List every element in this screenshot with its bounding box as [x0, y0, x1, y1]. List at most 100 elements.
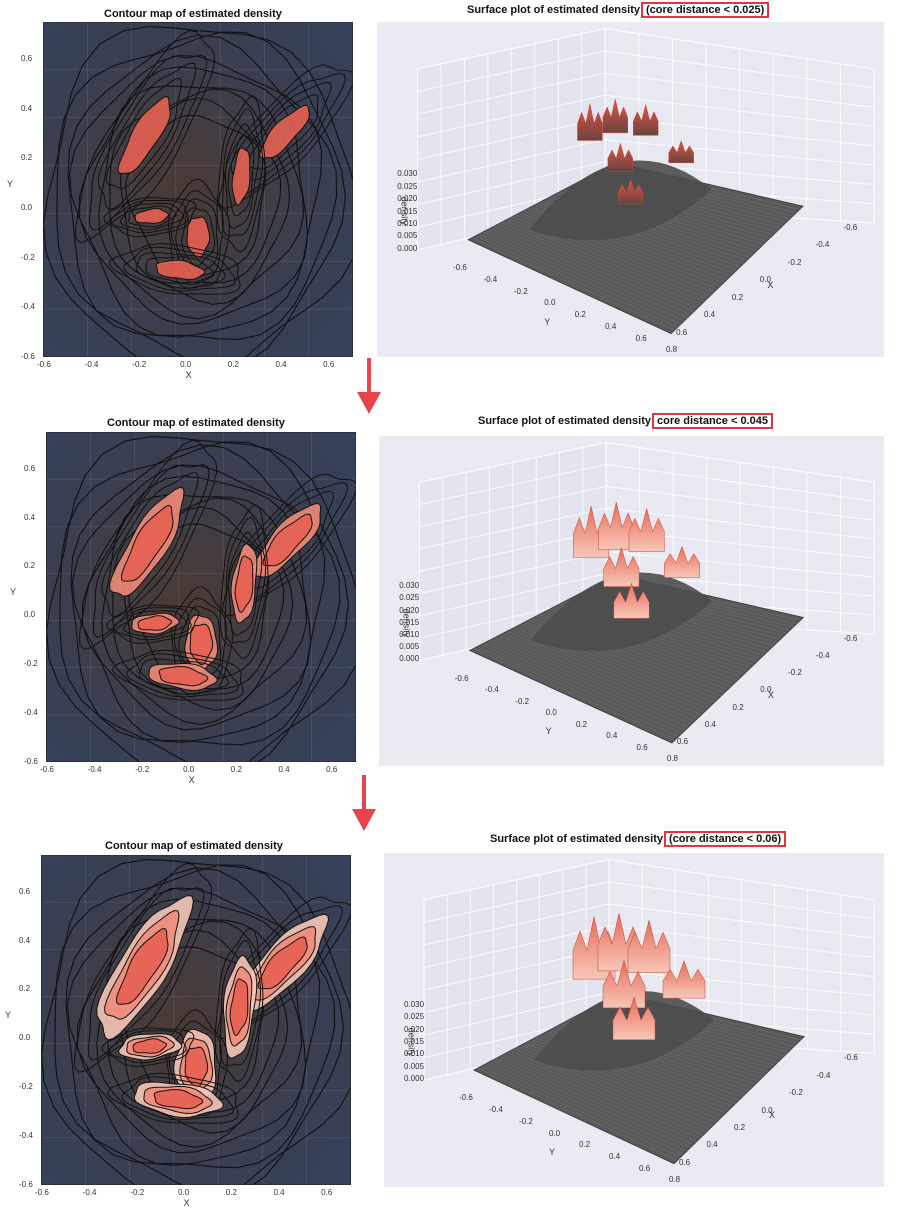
x-tick-label: -0.2 [135, 765, 150, 774]
x-tick-label: -0.6 [844, 1053, 858, 1063]
y-tick-label: 0.6 [19, 886, 31, 896]
surface-title: Surface plot of estimated density (core d… [490, 831, 787, 847]
x-tick-label: 0.4 [704, 719, 716, 729]
y-tick-label: -0.2 [515, 696, 530, 706]
x-axis-label: X [767, 279, 774, 290]
y-tick-label: 0.2 [574, 310, 586, 320]
x-tick-label: 0.2 [225, 1188, 237, 1197]
x-tick-label: -0.4 [815, 651, 830, 661]
z-tick-label: 0.030 [399, 581, 420, 591]
y-axis-label: Y [7, 179, 14, 190]
surface-canvas [418, 441, 875, 744]
z-tick-label: 0.000 [397, 243, 418, 253]
y-axis-label: Y [545, 726, 552, 737]
x-axis-label: X [769, 1110, 776, 1121]
x-tick-label: -0.6 [843, 634, 858, 643]
x-tick-label: 0.6 [321, 1188, 333, 1197]
surface-plot: 0.030 0.025 0.020 0.015 0.010 0.005 0.000 densi… [384, 853, 884, 1187]
z-tick-label: 0.005 [399, 642, 420, 652]
core-distance-badge: core distance < 0.045 [651, 413, 773, 429]
y-tick-label: 0.6 [635, 333, 647, 343]
y-tick-label: 0.6 [24, 463, 36, 473]
y-tick-label: -0.2 [513, 286, 528, 296]
x-tick-label: -0.6 [843, 223, 858, 232]
core-distance-badge: (core distance < 0.06) [663, 831, 787, 847]
x-tick-label: 0.0 [178, 1188, 190, 1197]
surface-title-text: Surface plot of estimated density [490, 833, 663, 845]
z-tick-label: 0.025 [397, 181, 418, 191]
y-tick-label: 0.8 [666, 754, 678, 764]
x-tick-label: -0.2 [789, 1088, 803, 1098]
y-axis-label: Y [549, 1146, 556, 1157]
x-tick-label: 0.4 [706, 1140, 718, 1150]
y-tick-label: 0.4 [19, 935, 31, 945]
y-tick-label: -0.2 [19, 1082, 33, 1092]
contour-plot [46, 432, 356, 762]
surface-title: Surface plot of estimated density (core d… [467, 2, 770, 18]
x-tick-label: 0.2 [731, 292, 744, 302]
x-tick-label: -0.2 [787, 257, 802, 267]
y-tick-label: -0.4 [24, 708, 38, 718]
y-tick-label: 0.2 [575, 719, 588, 729]
x-tick-label: -0.6 [40, 765, 54, 774]
y-tick-label: 0.6 [21, 54, 33, 64]
x-tick-label: -0.2 [788, 668, 802, 678]
x-tick-label: 0.2 [732, 702, 744, 712]
y-tick-label: -0.2 [519, 1116, 533, 1126]
x-axis-label: X [188, 775, 195, 785]
contour-plot [41, 855, 351, 1185]
contour-canvas [43, 22, 353, 357]
surface-title: Surface plot of estimated density core di… [478, 413, 773, 429]
y-tick-label: 0.8 [665, 345, 678, 355]
contour-plot [43, 22, 353, 357]
y-tick-label: 0.0 [19, 1033, 31, 1043]
x-tick-label: 0.2 [230, 765, 242, 774]
contour-canvas [41, 855, 351, 1185]
y-tick-label: 0.6 [639, 1163, 651, 1173]
z-tick-label: 0.030 [397, 169, 418, 179]
y-tick-label: -0.2 [24, 659, 38, 669]
x-tick-label: -0.4 [82, 1188, 97, 1197]
surface-canvas [423, 859, 875, 1165]
x-tick-label: 0.4 [704, 310, 716, 320]
x-tick-label: -0.6 [37, 360, 51, 369]
z-axis-label: density [400, 608, 411, 637]
x-tick-label: 0.2 [227, 360, 239, 369]
y-tick-label: 0.4 [606, 731, 618, 741]
surface-canvas [417, 28, 875, 335]
y-tick-label: -0.6 [24, 757, 38, 766]
x-tick-label: 0.0 [180, 360, 192, 369]
x-tick-label: 0.6 [326, 765, 338, 774]
y-tick-label: 0.0 [549, 1128, 561, 1138]
y-axis-label: Y [544, 316, 551, 327]
row-3: Contour map of estimated density Surface… [0, 828, 907, 1214]
x-tick-label: 0.6 [323, 360, 335, 369]
contour-title: Contour map of estimated density [107, 417, 285, 429]
y-axis-label: Y [10, 587, 17, 598]
x-tick-label: -0.2 [130, 1188, 145, 1197]
y-tick-label: 0.2 [579, 1140, 591, 1150]
y-tick-label: 0.2 [24, 561, 36, 571]
y-tick-label: -0.6 [21, 352, 35, 361]
z-tick-label: 0.030 [404, 999, 425, 1009]
y-tick-label: -0.6 [19, 1180, 33, 1189]
x-tick-label: 0.4 [275, 360, 287, 369]
y-tick-label: -0.6 [454, 673, 469, 683]
y-tick-label: 0.0 [24, 610, 36, 620]
y-tick-label: 0.4 [21, 103, 33, 113]
contour-title: Contour map of estimated density [104, 8, 282, 20]
x-tick-label: 0.6 [676, 327, 688, 337]
y-tick-label: 0.4 [605, 321, 617, 331]
z-tick-label: 0.005 [404, 1061, 425, 1071]
x-axis-label: X [183, 1198, 190, 1208]
y-tick-label: -0.4 [21, 302, 35, 312]
z-tick-label: 0.025 [404, 1012, 425, 1022]
z-axis-label: density [405, 1027, 416, 1056]
y-tick-label: -0.4 [483, 274, 498, 284]
surface-title-text: Surface plot of estimated density [467, 4, 640, 16]
x-tick-label: -0.2 [132, 360, 147, 369]
z-axis-label: density [398, 196, 409, 226]
core-distance-badge: (core distance < 0.025) [640, 2, 770, 18]
x-tick-label: -0.4 [84, 360, 99, 369]
x-tick-label: -0.4 [816, 1070, 831, 1080]
